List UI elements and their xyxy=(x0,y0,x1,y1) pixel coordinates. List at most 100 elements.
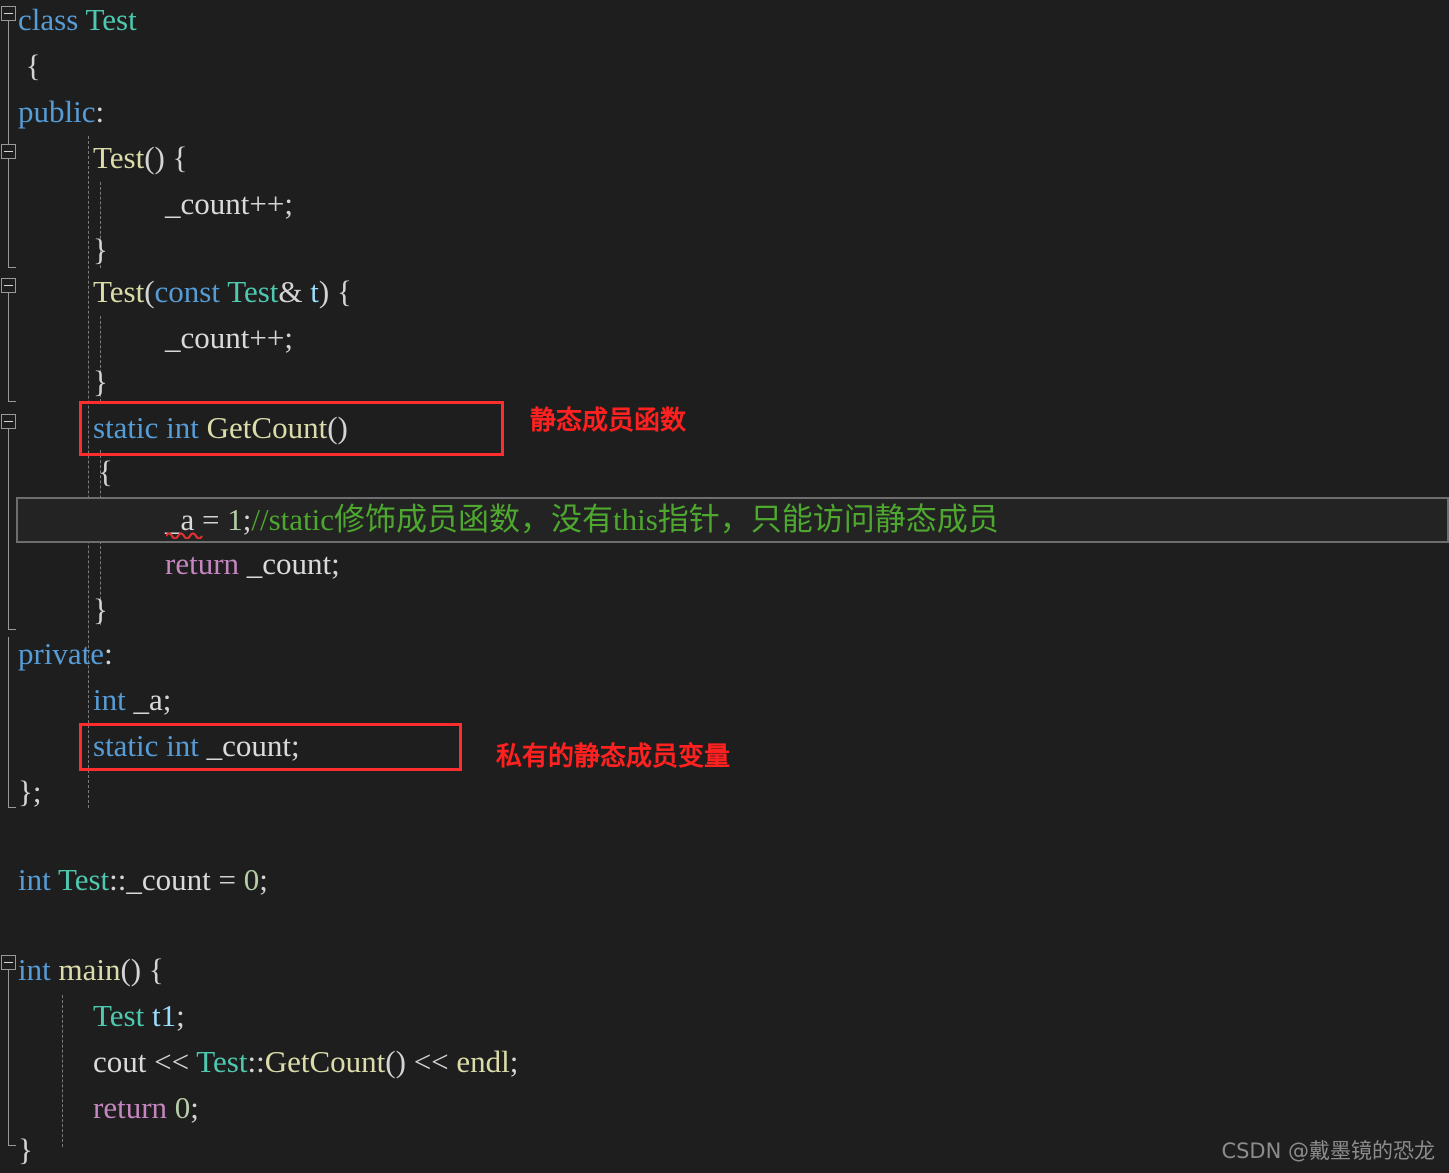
token-identifier-cout: cout xyxy=(93,1044,147,1079)
token-space-6 xyxy=(199,728,207,763)
token-keyword-return-main: return xyxy=(93,1090,168,1125)
token-identifier-count: _count xyxy=(165,186,250,221)
token-identifier-endl: endl xyxy=(456,1044,510,1079)
token-number-zero-return: 0 xyxy=(167,1090,191,1125)
token-keyword-int-2: int xyxy=(166,728,199,763)
fold-guide-ctor-default xyxy=(8,159,9,267)
fold-guide-main xyxy=(8,970,9,1145)
token-close-brace-ctor-copy: } xyxy=(93,364,108,399)
token-increment-2: ++; xyxy=(249,320,293,355)
code-line-15[interactable]: private: xyxy=(18,631,113,677)
fold-marker-class-test[interactable] xyxy=(1,6,16,21)
token-keyword-public: public xyxy=(18,94,96,129)
token-number-zero: 0 xyxy=(243,862,260,897)
error-squiggle-icon xyxy=(166,532,203,539)
token-open-paren: ( xyxy=(144,274,155,309)
token-type-test: Test xyxy=(85,2,137,37)
token-space-4 xyxy=(199,410,207,445)
code-line-20[interactable]: int Test::_count = 0; xyxy=(18,857,268,903)
token-ctor-signature: () { xyxy=(144,140,188,175)
code-line-9[interactable]: } xyxy=(93,359,108,405)
code-editor[interactable]: class Test { public: Test() { _count++; … xyxy=(0,0,1449,1173)
token-keyword-private: private xyxy=(18,636,105,671)
token-function-getcount: GetCount xyxy=(206,410,328,445)
fold-end-ctor-default xyxy=(8,267,16,268)
token-keyword-int-defn: int xyxy=(18,862,51,897)
token-type-test-instance: Test xyxy=(93,998,145,1033)
token-keyword-const: const xyxy=(154,274,220,309)
token-open-brace-class: { xyxy=(18,48,41,83)
token-type-test-defn: Test xyxy=(57,862,110,897)
fold-guide-getcount xyxy=(8,429,9,629)
token-semicolon-25: ; xyxy=(190,1090,199,1125)
token-semicolon-16: ; xyxy=(162,682,172,717)
annotation-label-static-member-function: 静态成员函数 xyxy=(530,406,687,436)
code-line-18[interactable]: }; xyxy=(18,769,42,815)
indent-guide-main-body xyxy=(62,995,64,1147)
token-semicolon-20: ; xyxy=(259,862,268,897)
code-line-1[interactable]: class Test xyxy=(18,0,137,43)
token-ctor-test: Test xyxy=(93,140,145,175)
code-line-8[interactable]: _count++; xyxy=(165,315,293,361)
fold-marker-main[interactable] xyxy=(1,955,16,970)
token-colon-public: : xyxy=(95,94,105,129)
token-scope-op-2: :: xyxy=(247,1044,265,1079)
code-line-7[interactable]: Test(const Test& t) { xyxy=(93,269,352,315)
token-close-brace-main: } xyxy=(18,1132,33,1167)
fold-marker-ctor-copy[interactable] xyxy=(1,278,16,293)
code-line-11[interactable]: { xyxy=(98,449,113,495)
token-colon-private: : xyxy=(104,636,113,671)
token-close-brace-ctor: } xyxy=(93,232,108,267)
code-line-13[interactable]: return _count; xyxy=(165,541,340,587)
code-line-22[interactable]: int main() { xyxy=(18,947,164,993)
token-function-main: main xyxy=(58,952,121,987)
token-variable-t1: t1 xyxy=(144,998,177,1033)
code-line-5[interactable]: _count++; xyxy=(165,181,293,227)
token-ctor-copy-test: Test xyxy=(93,274,145,309)
token-main-signature: () { xyxy=(120,952,164,987)
code-line-12[interactable]: _a = 1;//static修饰成员函数，没有this指针，只能访问静态成员 xyxy=(165,497,999,543)
code-line-16[interactable]: int _a; xyxy=(93,677,171,723)
token-comment-static-note: //static修饰成员函数，没有this指针，只能访问静态成员 xyxy=(251,502,999,537)
code-line-14[interactable]: } xyxy=(93,587,108,633)
token-identifier-count-2: _count xyxy=(165,320,250,355)
token-identifier-a-decl: _a xyxy=(125,682,163,717)
token-type-test-call: Test xyxy=(196,1044,248,1079)
code-line-24[interactable]: cout << Test::GetCount() << endl; xyxy=(93,1039,518,1085)
token-keyword-static-2: static xyxy=(93,728,159,763)
token-close-brace-class: }; xyxy=(18,774,42,809)
token-keyword-int: int xyxy=(166,410,199,445)
fold-guide-class-body xyxy=(8,637,9,807)
code-line-25[interactable]: return 0; xyxy=(93,1085,199,1131)
token-open-brace-getcount: { xyxy=(98,454,113,489)
code-line-10[interactable]: static int GetCount() xyxy=(93,405,348,451)
token-stream-op-1: << xyxy=(146,1044,197,1079)
token-keyword-static: static xyxy=(93,410,159,445)
fold-marker-ctor-default[interactable] xyxy=(1,144,16,159)
csdn-watermark: CSDN @戴墨镜的恐龙 xyxy=(1221,1139,1435,1163)
token-close-paren-brace: ) { xyxy=(318,274,352,309)
code-line-26[interactable]: } xyxy=(18,1127,33,1173)
token-semicolon-17: ; xyxy=(291,728,300,763)
folding-margin[interactable] xyxy=(0,0,18,1173)
indent-guide-level-1 xyxy=(88,136,90,808)
token-space-3 xyxy=(158,410,166,445)
token-semicolon-13: ; xyxy=(331,546,340,581)
code-line-17[interactable]: static int _count; xyxy=(93,723,300,769)
token-parens-getcount: () xyxy=(327,410,348,445)
code-line-23[interactable]: Test t1; xyxy=(93,993,185,1039)
token-param-t: t xyxy=(310,274,319,309)
token-identifier-count-defn: _count xyxy=(126,862,211,897)
token-space-5 xyxy=(158,728,166,763)
code-line-6[interactable]: } xyxy=(93,227,108,273)
fold-guide-ctor-copy xyxy=(8,293,9,401)
token-keyword-int-a: int xyxy=(93,682,126,717)
fold-marker-getcount[interactable] xyxy=(1,414,16,429)
token-close-brace-getcount: } xyxy=(93,592,108,627)
fold-end-ctor-copy xyxy=(8,401,16,402)
code-line-2[interactable]: { xyxy=(18,43,41,89)
code-line-4[interactable]: Test() { xyxy=(93,135,188,181)
code-line-3[interactable]: public: xyxy=(18,89,104,135)
fold-guide-class-test xyxy=(8,21,9,144)
token-function-getcount-call: GetCount xyxy=(264,1044,386,1079)
